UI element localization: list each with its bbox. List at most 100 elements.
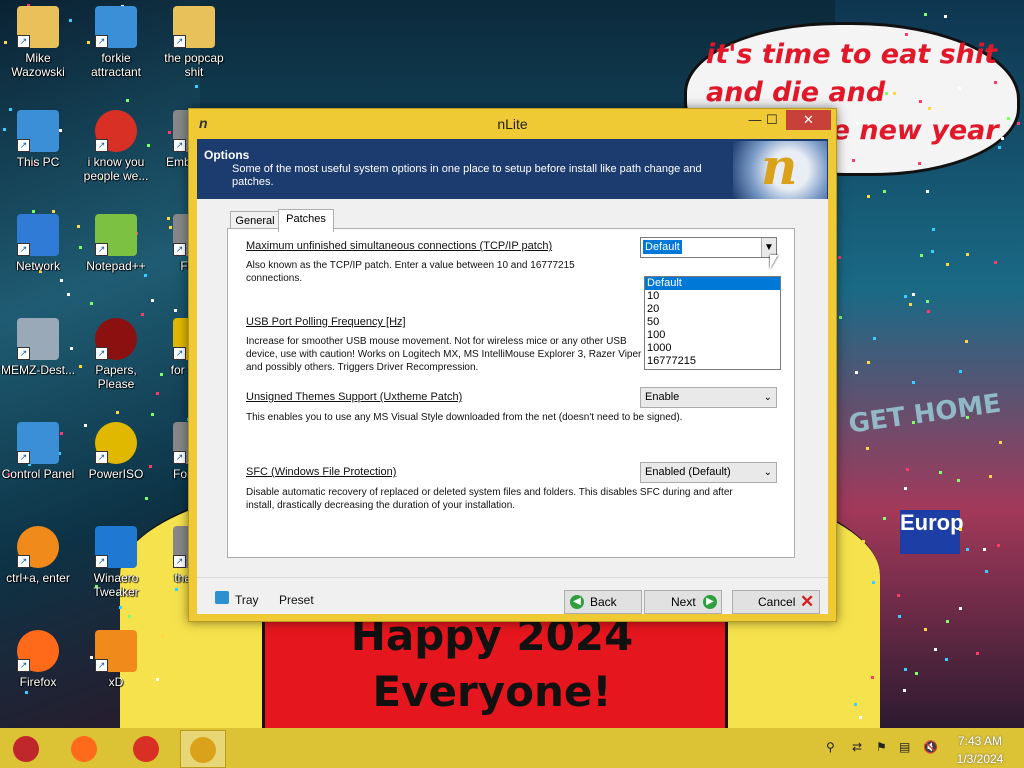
desktop-icon[interactable]: ↗ This PC [0,110,76,169]
confetti-piece [174,309,177,312]
taskbar-button[interactable] [180,730,226,768]
confetti-piece [904,487,907,490]
shortcut-arrow-icon: ↗ [17,243,30,256]
confetti-piece [966,253,969,256]
taskbar-button[interactable] [124,730,168,766]
desktop-icon[interactable]: ↗ ctrl+a, enter [0,526,76,585]
dropdown-option[interactable]: Default [645,277,780,290]
desktop-icon[interactable]: ↗ PowerISO [78,422,154,481]
confetti-piece [959,370,962,373]
flag-icon[interactable]: ⚑ [876,740,887,754]
header-description: Some of the most useful system options i… [232,163,732,189]
clock-date[interactable]: 1/3/2024 [946,752,1014,766]
papers-please-icon: ↗ [95,318,137,360]
confetti-piece [912,293,915,296]
shortcut-arrow-icon: ↗ [95,139,108,152]
desktop-icon[interactable]: ↗ Mike Wazowski [0,6,76,79]
confetti-piece [151,413,154,416]
arrow-right-icon: ▶ [703,595,717,609]
tcpip-connections-select[interactable]: Default ▼ [640,237,777,258]
confetti-piece [175,588,178,591]
desktop-icon[interactable]: ↗ Winaero Tweaker [78,526,154,599]
close-button[interactable]: ✕ [786,110,831,130]
dropdown-option[interactable]: 1000 [645,342,780,355]
desktop-icon[interactable]: ↗ Notepad++ [78,214,154,273]
confetti-piece [25,691,28,694]
tray-button[interactable]: Tray [215,587,265,611]
tcpip-patch-description: Also known as the TCP/IP patch. Enter a … [246,259,626,285]
confetti-piece [959,528,962,531]
confetti-piece [873,337,876,340]
confetti-piece [932,228,935,231]
confetti-piece [839,316,842,319]
desktop-icon[interactable]: ↗ Network [0,214,76,273]
volume-muted-icon[interactable]: 🔇 [923,740,938,754]
dropdown-option[interactable]: 20 [645,303,780,316]
confetti-piece [946,620,949,623]
poweriso-icon: ↗ [95,422,137,464]
sfc-select[interactable]: Enabled (Default) ⌄ [640,462,777,483]
confetti-piece [965,340,968,343]
dropdown-option[interactable]: 16777215 [645,355,780,368]
sfc-title: SFC (Windows File Protection) [246,466,396,478]
desktop-icon[interactable]: ↗ MEMZ-Dest... [0,318,76,377]
shortcut-arrow-icon: ↗ [173,347,186,360]
confetti-piece [976,652,979,655]
chrome-icon: ↗ [95,110,137,152]
tcpip-dropdown-list[interactable]: Default 10 20 50 100 1000 16777215 [644,276,781,370]
confetti-piece [883,517,886,520]
desktop-icon[interactable]: ↗ forkie attractant [78,6,154,79]
maximize-button[interactable]: ☐ [759,110,785,130]
confetti-piece [67,293,70,296]
taskbar-button[interactable] [62,730,106,766]
monitor-tray-icon[interactable]: ▤ [899,740,910,754]
cancel-button[interactable]: Cancel ✕ [732,590,820,614]
confetti-piece [945,658,948,661]
desktop-icon[interactable]: ↗ i know you people we... [78,110,154,183]
network-tray-icon[interactable]: ⇄ [852,740,862,754]
confetti-piece [985,570,988,573]
dropdown-option[interactable]: 50 [645,316,780,329]
confetti-piece [1017,122,1020,125]
shortcut-arrow-icon: ↗ [173,555,186,568]
confetti-piece [994,261,997,264]
desktop-icon[interactable]: ↗ Papers, Please [78,318,154,391]
desktop-icon[interactable]: ↗ Firefox [0,630,76,689]
confetti-piece [838,256,841,259]
dropdown-option[interactable]: 100 [645,329,780,342]
desktop-icon[interactable]: ↗ xD [78,630,154,689]
title-bar[interactable]: n nLite — ☐ ✕ [189,109,836,139]
confetti-piece [919,100,922,103]
desktop-icon-label: Firefox [0,675,76,689]
desktop-icon[interactable]: ↗ the popcap shit [156,6,232,79]
desktop-icon-label: MEMZ-Dest... [0,363,76,377]
folder-icon: ↗ [17,6,59,48]
start-ornament-icon [13,736,39,762]
taskbar-button[interactable] [4,730,48,766]
confetti-piece [128,615,131,618]
confetti-piece [893,92,896,95]
next-button[interactable]: Next ▶ [644,590,722,614]
confetti-piece [926,190,929,193]
tray-label: Tray [235,593,259,607]
control-panel-icon: ↗ [17,422,59,464]
window-title: nLite [189,116,836,132]
back-button[interactable]: ◀ Back [564,590,642,614]
search-icon[interactable]: ⚲ [826,740,835,754]
shortcut-arrow-icon: ↗ [95,659,108,672]
arrow-left-icon: ◀ [570,595,584,609]
clock-time[interactable]: 7:43 AM [946,734,1014,748]
confetti-piece [855,371,858,374]
tab-patches[interactable]: Patches [278,209,334,232]
confetti-piece [924,13,927,16]
desktop-icon[interactable]: ↗ Control Panel [0,422,76,481]
confetti-piece [906,468,909,471]
desktop-icon-label: xD [78,675,154,689]
uxtheme-select[interactable]: Enable ⌄ [640,387,777,408]
desktop-icon-label: the popcap shit [156,51,232,79]
confetti-piece [926,300,929,303]
preset-button[interactable]: Preset [279,593,314,607]
dropdown-option[interactable]: 10 [645,290,780,303]
window-client-area: Options Some of the most useful system o… [197,139,828,613]
confetti-piece [52,210,55,213]
